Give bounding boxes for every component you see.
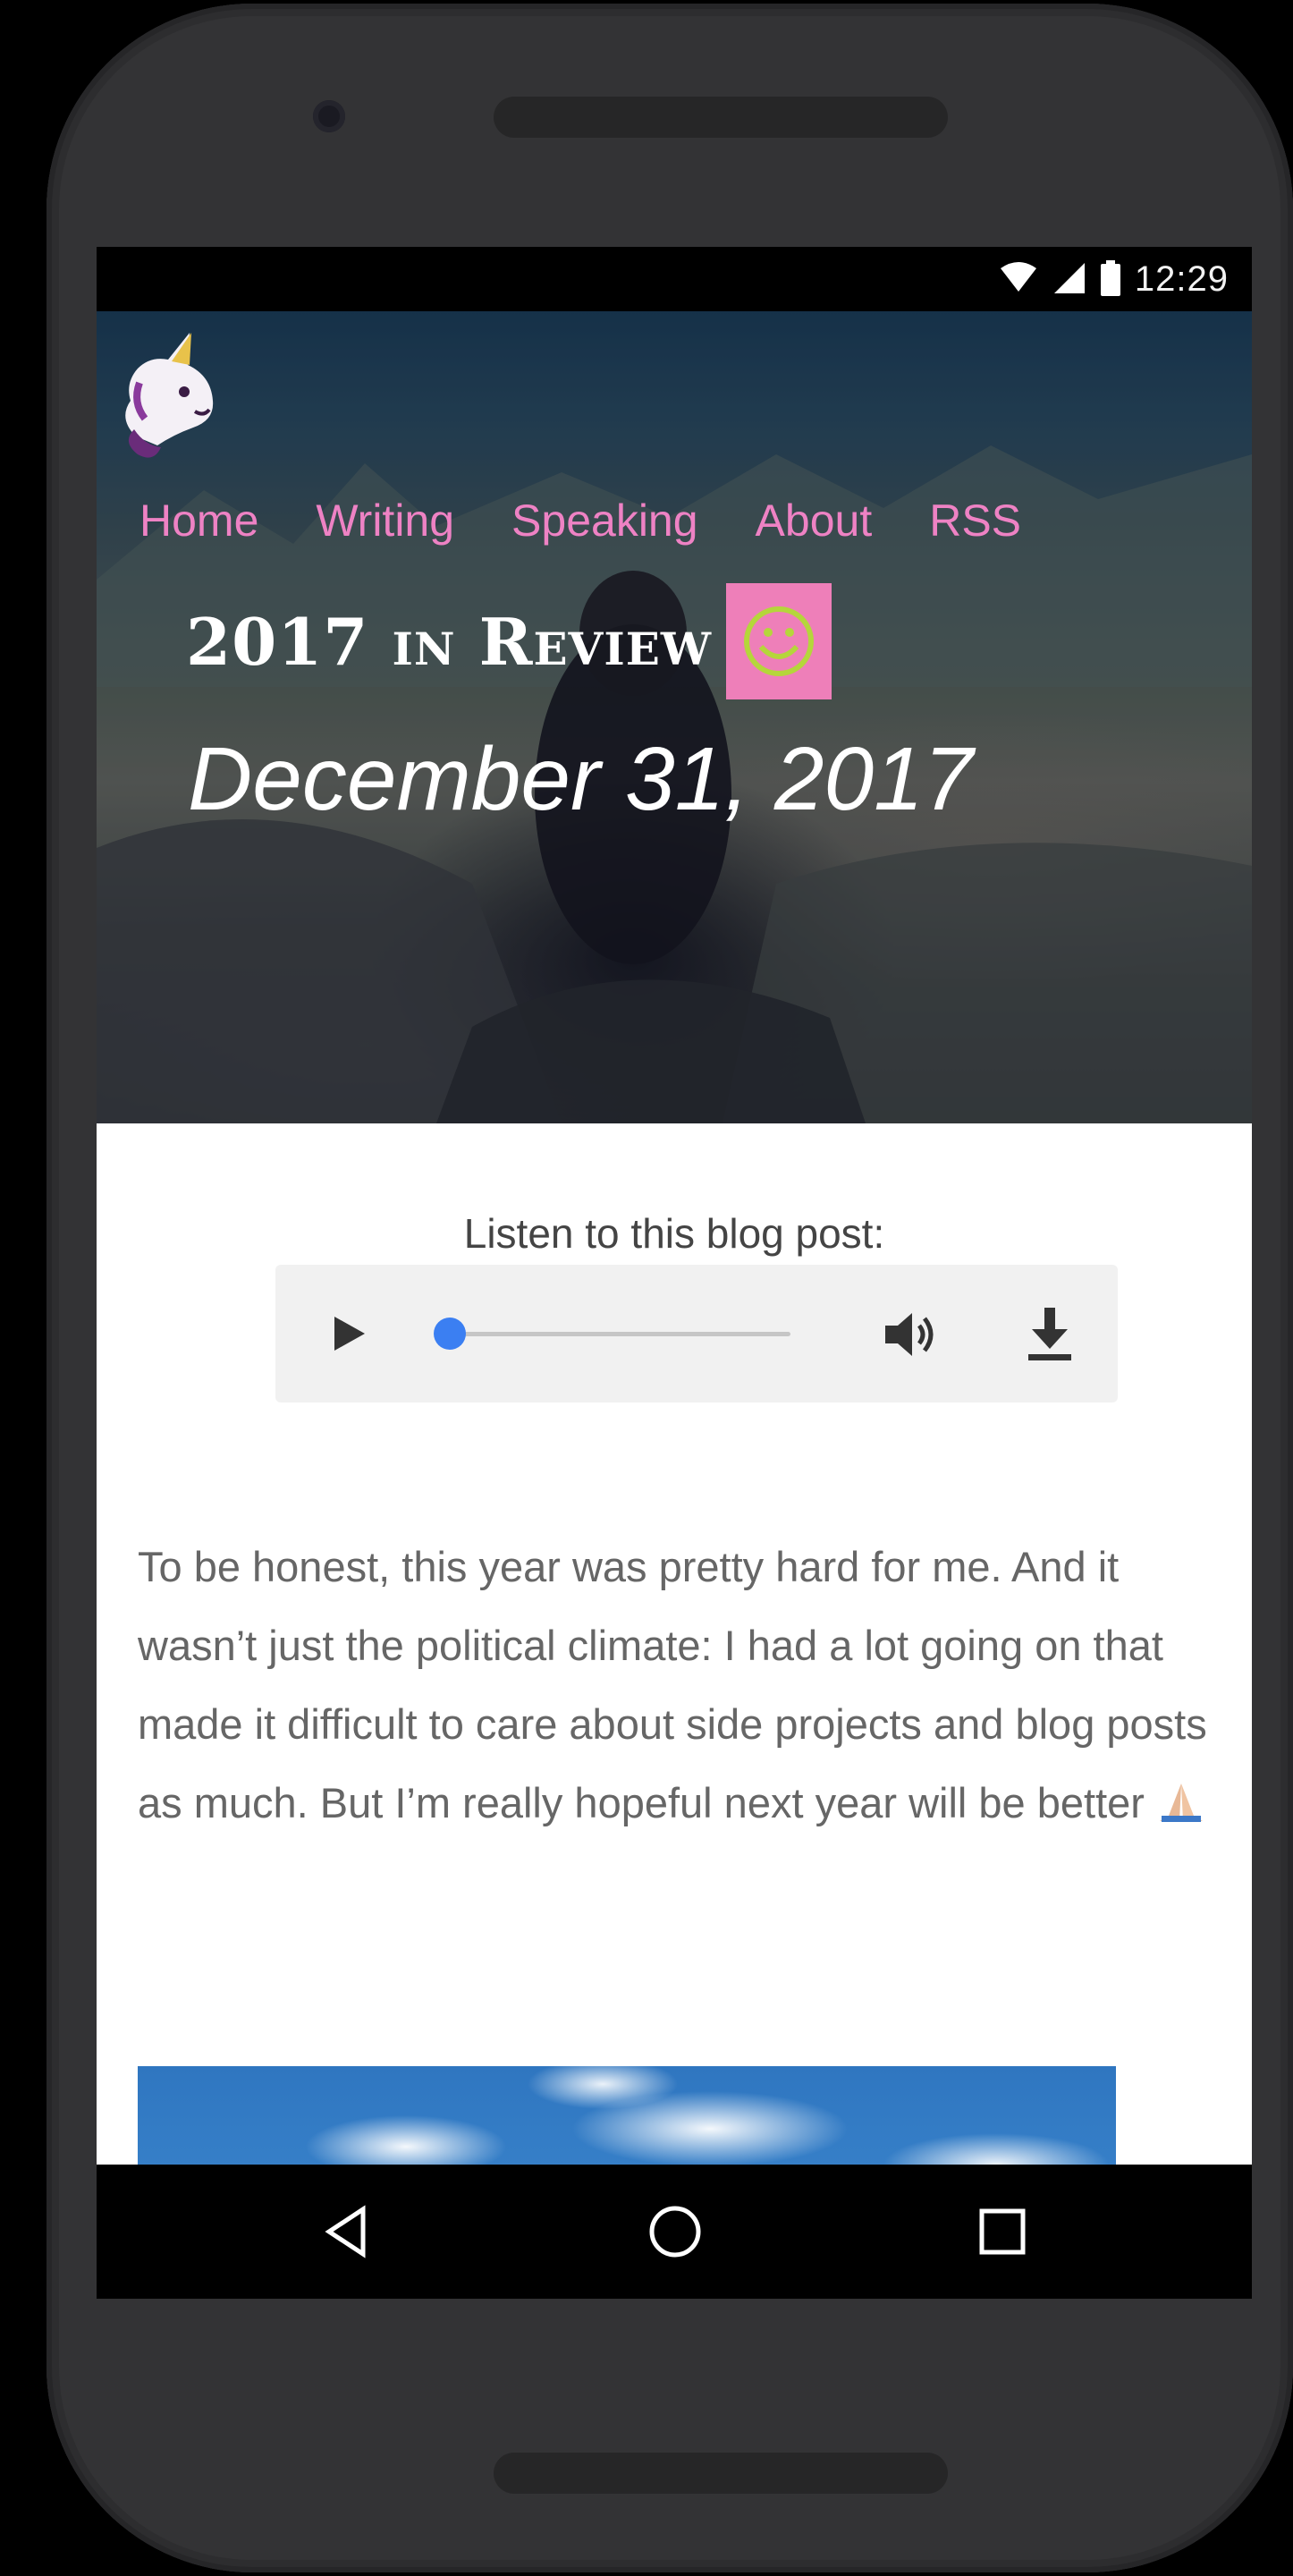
- site-logo[interactable]: [118, 329, 225, 463]
- folded-hands-emoji-icon: [1159, 1784, 1203, 1822]
- back-icon[interactable]: [315, 2200, 377, 2263]
- nav-home[interactable]: Home: [139, 495, 258, 547]
- hero-overlay: [97, 311, 1252, 1123]
- home-icon[interactable]: [644, 2200, 706, 2263]
- nav-about[interactable]: About: [756, 495, 873, 547]
- recents-icon[interactable]: [971, 2200, 1034, 2263]
- clock: 12:29: [1134, 258, 1229, 299]
- audio-progress-slider[interactable]: [434, 1318, 790, 1350]
- hero-header: Home Writing Speaking About RSS 2017 in …: [97, 311, 1252, 1123]
- smiley-icon: [744, 606, 815, 676]
- nav-rss[interactable]: RSS: [929, 495, 1021, 547]
- download-icon[interactable]: [1025, 1306, 1075, 1363]
- post-body-text: To be honest, this year was pretty hard …: [138, 1543, 1207, 1826]
- battery-icon: [1100, 260, 1120, 296]
- wifi-icon: [1000, 262, 1036, 292]
- earpiece-speaker: [494, 97, 948, 138]
- status-icons: 12:29: [999, 247, 1229, 311]
- nav-speaking[interactable]: Speaking: [511, 495, 698, 547]
- status-bar: 12:29: [97, 247, 1252, 311]
- android-nav-bar: [97, 2165, 1252, 2299]
- volume-icon[interactable]: [883, 1308, 942, 1361]
- post-date: December 31, 2017: [188, 729, 974, 829]
- post-title: 2017 in Review: [186, 603, 713, 680]
- audio-progress-thumb[interactable]: [434, 1318, 466, 1350]
- bottom-speaker: [494, 2453, 948, 2494]
- site-nav: Home Writing Speaking About RSS: [139, 495, 1078, 547]
- post-body: To be honest, this year was pretty hard …: [138, 1528, 1229, 1843]
- cell-signal-icon: [1053, 263, 1085, 293]
- audio-player: [275, 1265, 1118, 1402]
- play-icon[interactable]: [325, 1311, 370, 1356]
- smiley-emoji-box: [726, 583, 832, 699]
- post-title-row: 2017 in Review: [186, 583, 832, 699]
- nav-writing[interactable]: Writing: [316, 495, 454, 547]
- unicorn-logo-icon: [125, 333, 214, 458]
- audio-prompt: Listen to this blog post:: [463, 1210, 885, 1257]
- screen: 12:29 Home Writing Speaking About RSS 20…: [97, 247, 1252, 2299]
- front-camera: [313, 100, 345, 132]
